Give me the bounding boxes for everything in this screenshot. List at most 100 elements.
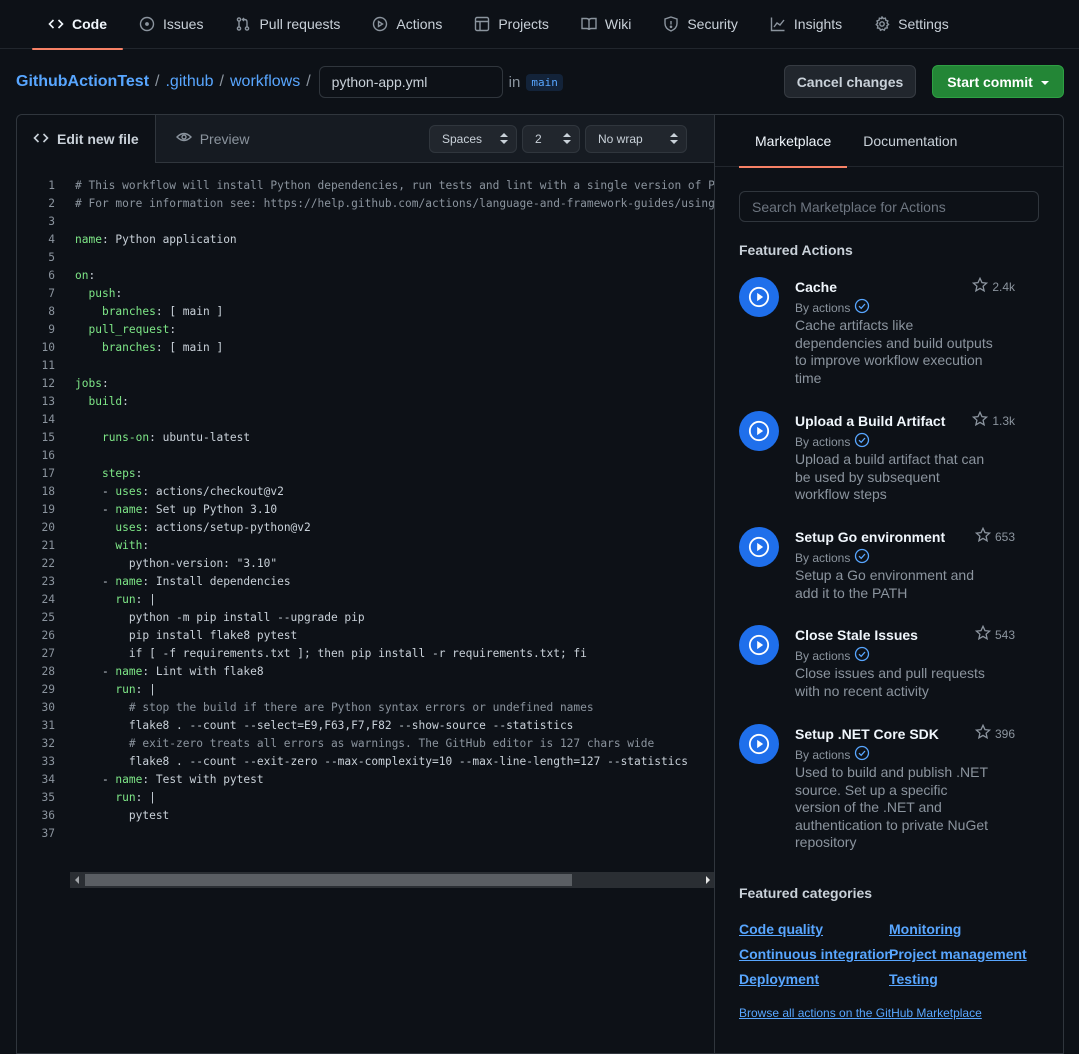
category-code-quality[interactable]: Code quality <box>739 921 823 937</box>
line-text: pull_request: <box>88 323 177 336</box>
code-line[interactable]: 23 - name: Install dependencies <box>17 573 715 591</box>
play-icon <box>739 625 779 665</box>
start-commit-button[interactable]: Start commit <box>932 65 1064 98</box>
indent-mode-select[interactable]: Spaces <box>429 125 517 153</box>
category-project-management[interactable]: Project management <box>889 946 1027 962</box>
code-line[interactable]: 18 - uses: actions/checkout@v2 <box>17 483 715 501</box>
line-text: jobs: <box>75 377 109 390</box>
horizontal-scrollbar[interactable] <box>70 872 715 888</box>
tab-wiki[interactable]: Wiki <box>565 0 647 49</box>
code-line[interactable]: 6 on: <box>17 267 715 285</box>
code-line[interactable]: 7 push: <box>17 285 715 303</box>
tab-pull-requests-label: Pull requests <box>259 16 341 32</box>
wrap-mode-select[interactable]: No wrap <box>585 125 687 153</box>
tab-pull-requests[interactable]: Pull requests <box>219 0 356 49</box>
code-line[interactable]: 20 uses: actions/setup-python@v2 <box>17 519 715 537</box>
star-count: 2.4k <box>992 279 1015 294</box>
code-line[interactable]: 8 branches: [ main ] <box>17 303 715 321</box>
action-name[interactable]: Upload a Build Artifact <box>795 413 945 429</box>
code-line[interactable]: 36 pytest <box>17 807 715 825</box>
code-line[interactable]: 33 flake8 . --count --exit-zero --max-co… <box>17 753 715 771</box>
code-line[interactable]: 12 jobs: <box>17 375 715 393</box>
tab-projects[interactable]: Projects <box>458 0 565 49</box>
line-text: with: <box>115 539 150 552</box>
repo-link[interactable]: GithubActionTest <box>16 73 149 91</box>
tab-documentation[interactable]: Documentation <box>847 115 973 167</box>
cancel-changes-button[interactable]: Cancel changes <box>784 65 916 98</box>
category-continuous-integration[interactable]: Continuous integration <box>739 946 893 962</box>
tab-security[interactable]: Security <box>647 0 754 49</box>
action-name[interactable]: Setup Go environment <box>795 529 945 545</box>
action-stars[interactable]: 653 <box>974 526 1015 546</box>
code-line[interactable]: 31 flake8 . --count --select=E9,F63,F7,F… <box>17 717 715 735</box>
code-line[interactable]: 29 run: | <box>17 681 715 699</box>
code-line[interactable]: 5 <box>17 249 715 267</box>
code-line[interactable]: 22 python-version: "3.10" <box>17 555 715 573</box>
code-line[interactable]: 4 name: Python application <box>17 231 715 249</box>
code-line[interactable]: 13 build: <box>17 393 715 411</box>
code-line[interactable]: 30 # stop the build if there are Python … <box>17 699 715 717</box>
action-author-label: By actions <box>795 648 851 663</box>
code-icon <box>48 16 64 32</box>
code-line[interactable]: 37 <box>17 825 715 843</box>
tab-code[interactable]: Code <box>32 0 123 50</box>
category-monitoring[interactable]: Monitoring <box>889 921 961 937</box>
action-stars[interactable]: 396 <box>974 723 1015 743</box>
scroll-left-icon[interactable] <box>75 876 79 884</box>
code-line[interactable]: 32 # exit-zero treats all errors as warn… <box>17 735 715 753</box>
github-dir-link[interactable]: .github <box>165 73 213 91</box>
action-stars[interactable]: 543 <box>974 624 1015 644</box>
tab-preview[interactable]: Preview <box>156 115 266 162</box>
code-line[interactable]: 10 branches: [ main ] <box>17 339 715 357</box>
tab-marketplace[interactable]: Marketplace <box>739 115 848 168</box>
tab-issues[interactable]: Issues <box>123 0 219 49</box>
tab-settings[interactable]: Settings <box>858 0 965 49</box>
code-area[interactable]: 1 # This workflow will install Python dep… <box>17 177 715 877</box>
category-testing[interactable]: Testing <box>889 971 938 987</box>
code-line[interactable]: 28 - name: Lint with flake8 <box>17 663 715 681</box>
code-line[interactable]: 1 # This workflow will install Python dep… <box>17 177 715 195</box>
code-line[interactable]: 19 - name: Set up Python 3.10 <box>17 501 715 519</box>
code-line[interactable]: 2 # For more information see: https://hel… <box>17 195 715 213</box>
category-deployment[interactable]: Deployment <box>739 971 819 987</box>
featured-actions-title: Featured Actions <box>739 242 853 258</box>
line-text: - name: Install dependencies <box>75 575 291 588</box>
code-line[interactable]: 21 with: <box>17 537 715 555</box>
tab-edit-new-file[interactable]: Edit new file <box>17 115 156 163</box>
action-name[interactable]: Close Stale Issues <box>795 627 918 643</box>
line-number: 20 <box>41 521 55 534</box>
code-line[interactable]: 24 run: | <box>17 591 715 609</box>
action-name[interactable]: Setup .NET Core SDK <box>795 726 939 742</box>
action-stars[interactable]: 1.3k <box>972 410 1015 430</box>
action-name[interactable]: Cache <box>795 279 837 295</box>
marketplace-search-input[interactable] <box>739 191 1039 222</box>
code-line[interactable]: 35 run: | <box>17 789 715 807</box>
star-icon <box>974 526 992 546</box>
line-number: 23 <box>41 575 55 588</box>
code-line[interactable]: 15 runs-on: ubuntu-latest <box>17 429 715 447</box>
tab-insights[interactable]: Insights <box>754 0 858 49</box>
code-line[interactable]: 11 <box>17 357 715 375</box>
code-line[interactable]: 25 python -m pip install --upgrade pip <box>17 609 715 627</box>
tab-actions[interactable]: Actions <box>356 0 458 49</box>
scroll-right-icon[interactable] <box>706 876 710 884</box>
scrollbar-thumb[interactable] <box>85 874 572 886</box>
play-icon <box>739 411 779 451</box>
action-stars[interactable]: 2.4k <box>972 276 1015 296</box>
code-line[interactable]: 27 if [ -f requirements.txt ]; then pip … <box>17 645 715 663</box>
code-line[interactable]: 26 pip install flake8 pytest <box>17 627 715 645</box>
code-line[interactable]: 16 <box>17 447 715 465</box>
code-line[interactable]: 14 <box>17 411 715 429</box>
code-line[interactable]: 17 steps: <box>17 465 715 483</box>
code-line[interactable]: 3 <box>17 213 715 231</box>
star-icon <box>974 624 992 644</box>
star-count: 543 <box>994 627 1015 642</box>
workflows-dir-link[interactable]: workflows <box>230 73 300 91</box>
filename-input[interactable]: python-app.yml <box>318 66 503 98</box>
line-text: python -m pip install --upgrade pip <box>75 611 365 624</box>
line-text: on: <box>75 269 96 282</box>
code-line[interactable]: 34 - name: Test with pytest <box>17 771 715 789</box>
code-line[interactable]: 9 pull_request: <box>17 321 715 339</box>
browse-marketplace-link[interactable]: Browse all actions on the GitHub Marketp… <box>739 1006 982 1020</box>
indent-size-select[interactable]: 2 <box>522 125 580 153</box>
